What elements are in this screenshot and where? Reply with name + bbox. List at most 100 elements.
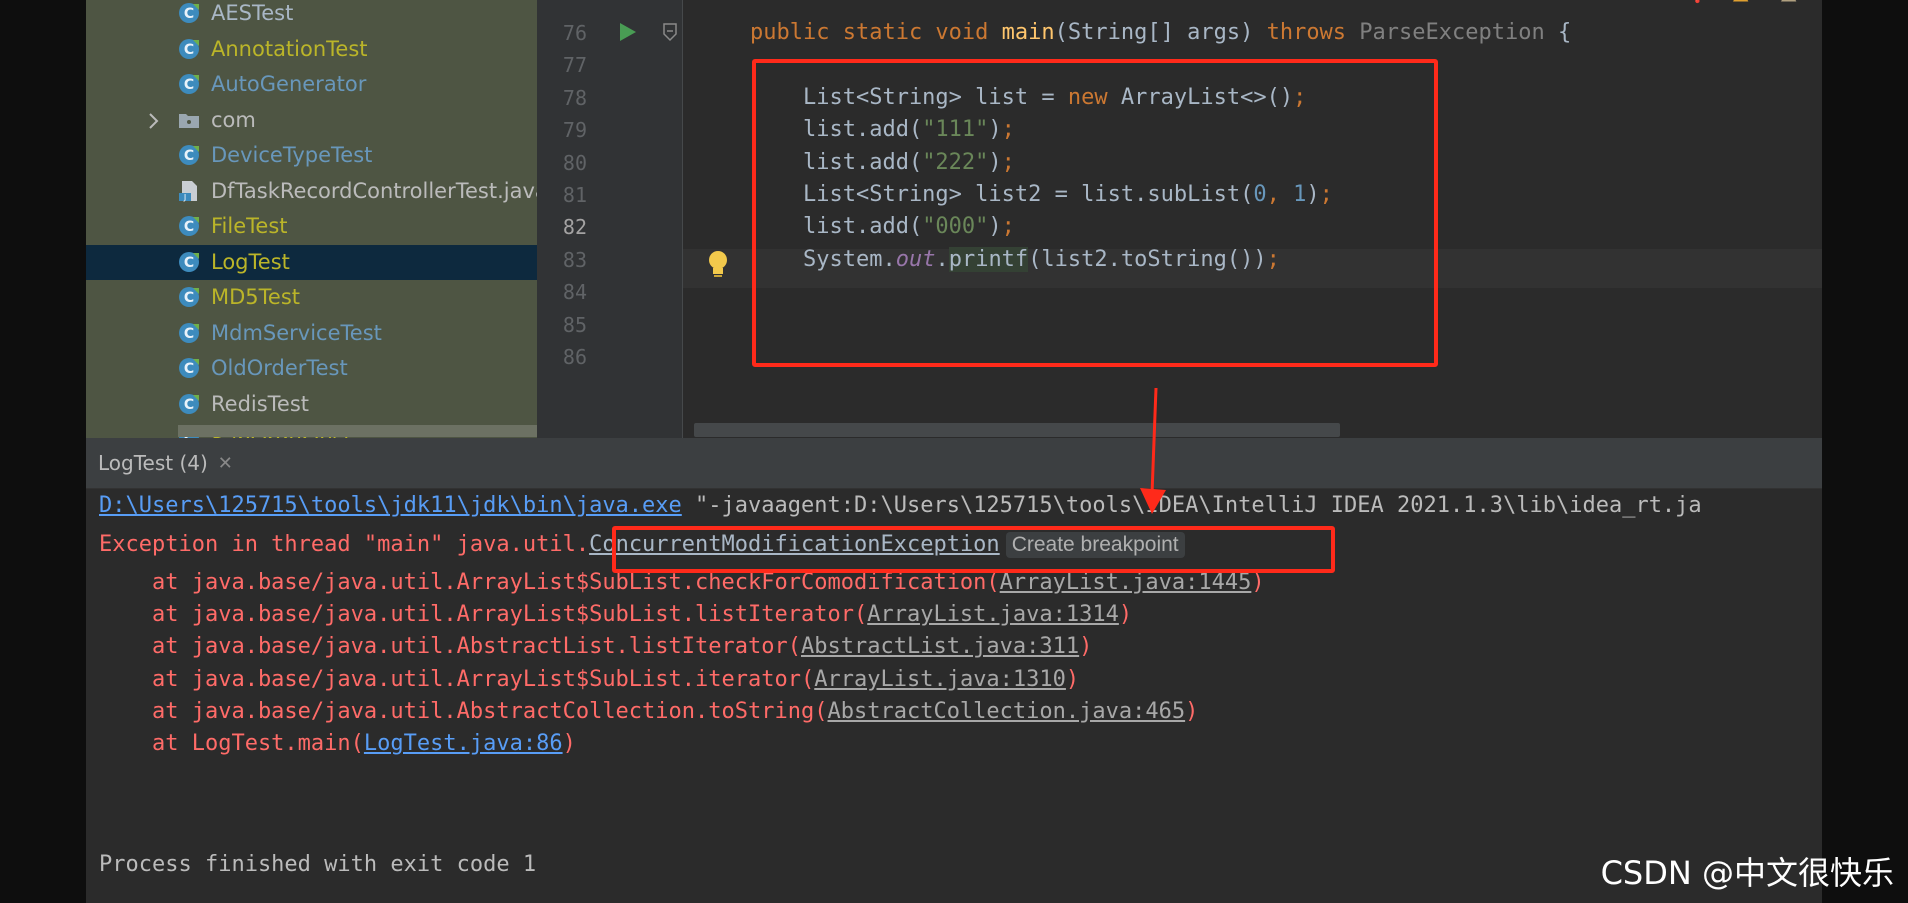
tree-item[interactable]: J DfTaskRecordControllerTest.java bbox=[86, 174, 537, 209]
line-number: 80 bbox=[562, 150, 587, 175]
gutter-divider bbox=[682, 0, 683, 438]
java-exe-link[interactable]: D:\Users\125715\tools\jdk11\jdk\bin\java… bbox=[99, 493, 682, 518]
stack-frame-close: ) bbox=[1251, 570, 1265, 595]
stack-frame-text: at java.base/java.util.ArrayList$SubList… bbox=[99, 570, 1000, 595]
tree-item[interactable]: C FileTest bbox=[86, 209, 537, 244]
stack-frame-close: ) bbox=[562, 731, 576, 756]
right-margin bbox=[1822, 0, 1908, 903]
close-icon[interactable]: ✕ bbox=[218, 453, 233, 474]
stack-frame: at java.base/java.util.AbstractList.list… bbox=[99, 632, 1092, 662]
tree-item[interactable]: com bbox=[86, 103, 537, 138]
warning-count: 2 bbox=[1755, 0, 1768, 4]
stack-frame-text: at LogTest.main( bbox=[99, 731, 364, 756]
tab-label: LogTest (4) bbox=[98, 451, 208, 475]
stack-frame-text: at java.base/java.util.ArrayList$SubList… bbox=[99, 602, 868, 628]
class-icon: C bbox=[178, 73, 200, 95]
class-icon: C bbox=[178, 251, 200, 273]
tree-item[interactable]: C MD5Test bbox=[86, 280, 537, 315]
line-number: 77 bbox=[562, 53, 587, 78]
svg-text:C: C bbox=[184, 6, 194, 22]
tree-item-label: AESTest bbox=[211, 1, 294, 25]
svg-text:C: C bbox=[184, 255, 194, 271]
code-token: (String[] args) bbox=[1054, 20, 1267, 45]
svg-text:C: C bbox=[184, 219, 194, 235]
watermark: CSDN @中文很快乐 bbox=[1600, 854, 1894, 892]
line-number: 78 bbox=[562, 85, 587, 110]
class-icon: C bbox=[178, 286, 200, 308]
command-args: "-javaagent:D:\Users\125715\tools\IDEA\I… bbox=[681, 493, 1702, 518]
run-tool-window: LogTest (4) ✕ D:\Users\125715\tools\jdk1… bbox=[86, 438, 1822, 903]
line-number: 76 bbox=[562, 21, 587, 45]
tree-horizontal-scrollbar[interactable] bbox=[178, 425, 537, 437]
code-token: { bbox=[1544, 20, 1572, 45]
svg-text:C: C bbox=[184, 148, 194, 164]
svg-text:C: C bbox=[184, 326, 194, 342]
code-line[interactable]: public static void main(String[] args) t… bbox=[750, 19, 1571, 47]
tree-item-label: MdmServiceTest bbox=[211, 320, 382, 345]
run-gutter-icon[interactable] bbox=[619, 22, 637, 42]
line-number: 82 bbox=[562, 215, 587, 240]
chevron-right-icon[interactable] bbox=[144, 111, 164, 131]
inspection-status[interactable]: ❗ 2 ▲ 2 ▲ 2 bbox=[1683, 0, 1822, 18]
warning-icon: ▲ bbox=[1733, 0, 1748, 4]
exit-message: Process finished with exit code 1 bbox=[99, 852, 537, 877]
tree-item-label: DfTaskRecordControllerTest.java bbox=[211, 178, 537, 203]
tree-item-label: DeviceTypeTest bbox=[211, 143, 373, 167]
tree-item[interactable]: C MdmServiceTest bbox=[86, 316, 537, 351]
line-number: 85 bbox=[562, 312, 587, 337]
source-link[interactable]: LogTest.java:86 bbox=[364, 731, 563, 756]
fold-marker-icon[interactable] bbox=[662, 22, 678, 44]
svg-text:C: C bbox=[184, 290, 194, 306]
left-margin bbox=[0, 0, 86, 903]
stack-frame: at java.base/java.util.ArrayList$SubList… bbox=[99, 600, 1132, 630]
project-tree: C AESTest C AnnotationTest C AutoGenerator com… bbox=[86, 0, 537, 438]
stack-frame-text: at java.base/java.util.AbstractList.list… bbox=[99, 634, 801, 660]
svg-text:C: C bbox=[184, 361, 194, 377]
line-number: 79 bbox=[562, 118, 587, 143]
run-tabs-bar: LogTest (4) ✕ bbox=[86, 438, 1822, 489]
source-link[interactable]: ArrayList.java:1310 bbox=[814, 667, 1066, 692]
source-link[interactable]: AbstractList.java:311 bbox=[801, 634, 1079, 659]
tree-item-label: RedisTest bbox=[211, 391, 310, 416]
source-link[interactable]: ArrayList.java:1314 bbox=[867, 602, 1119, 627]
tree-item[interactable]: C AESTest bbox=[86, 0, 537, 31]
annotation-box-exception bbox=[612, 526, 1335, 573]
screenshot-root: C AESTest C AnnotationTest C AutoGenerator com… bbox=[0, 0, 1908, 903]
weak-warning-icon: ▲ bbox=[1781, 0, 1796, 4]
svg-text:C: C bbox=[184, 77, 194, 93]
stack-frame-text: at java.base/java.util.ArrayList$SubList… bbox=[99, 666, 815, 692]
tree-item[interactable]: C AnnotationTest bbox=[86, 32, 537, 67]
editor-horizontal-scrollbar[interactable] bbox=[694, 423, 1340, 437]
stack-frame: at java.base/java.util.AbstractCollectio… bbox=[99, 697, 1198, 727]
tree-item-label: AutoGenerator bbox=[211, 72, 367, 96]
error-count: 2 bbox=[1707, 0, 1720, 4]
tree-item-label: LogTest bbox=[211, 249, 290, 274]
tab-logtest[interactable]: LogTest (4) ✕ bbox=[86, 438, 245, 488]
command-line: D:\Users\125715\tools\jdk11\jdk\bin\java… bbox=[99, 491, 1702, 521]
stack-frame-close: ) bbox=[1118, 602, 1133, 628]
stack-frame-text: at java.base/java.util.AbstractCollectio… bbox=[99, 698, 828, 724]
svg-text:C: C bbox=[184, 42, 194, 58]
tree-item[interactable]: C LogTest bbox=[86, 244, 537, 280]
svg-text:C: C bbox=[184, 397, 194, 413]
tree-item-label: FileTest bbox=[211, 214, 288, 238]
line-number: 83 bbox=[562, 247, 587, 272]
tree-item[interactable]: C OldOrderTest bbox=[86, 351, 537, 386]
class-icon: C bbox=[178, 322, 200, 344]
tree-item[interactable]: C RedisTest bbox=[86, 387, 537, 422]
stack-frame: at java.base/java.util.ArrayList$SubList… bbox=[99, 665, 1079, 695]
stack-frame-close: ) bbox=[1065, 666, 1080, 692]
tree-item[interactable]: C DeviceTypeTest bbox=[86, 138, 537, 173]
java-file-icon: J bbox=[178, 180, 200, 202]
stack-frame-close: ) bbox=[1079, 634, 1093, 660]
intention-bulb-icon[interactable] bbox=[707, 249, 729, 279]
folder-icon bbox=[178, 109, 200, 131]
exception-prefix: Exception in thread "main" java.util. bbox=[99, 532, 590, 557]
tree-item[interactable]: C AutoGenerator bbox=[86, 67, 537, 102]
source-link[interactable]: ArrayList.java:1445 bbox=[1000, 570, 1252, 595]
svg-text:J: J bbox=[183, 193, 186, 202]
class-icon: C bbox=[178, 2, 200, 24]
annotation-box-code bbox=[752, 59, 1438, 367]
source-link[interactable]: AbstractCollection.java:465 bbox=[827, 699, 1185, 724]
code-token: main bbox=[1001, 20, 1055, 45]
